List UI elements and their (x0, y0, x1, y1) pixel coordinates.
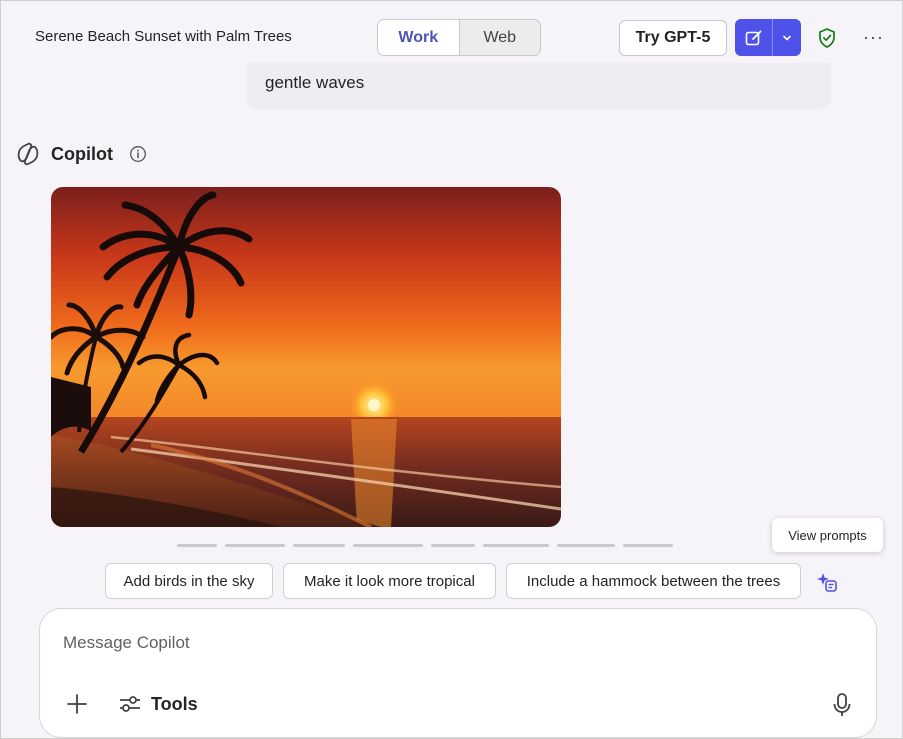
plus-icon (67, 694, 87, 714)
assistant-header: Copilot (15, 141, 147, 167)
data-protection-button[interactable] (816, 27, 838, 54)
tab-web[interactable]: Web (460, 20, 541, 55)
chevron-down-icon (783, 35, 791, 41)
compose-icon (745, 30, 761, 45)
user-message-bubble: gentle waves (247, 63, 831, 109)
suggestion-chip[interactable]: Include a hammock between the trees (506, 563, 801, 599)
sparkle-prompts-icon (817, 573, 837, 592)
sliders-icon (120, 696, 140, 712)
scrolled-text-fade (177, 539, 737, 549)
new-chat-dropdown[interactable] (773, 19, 801, 56)
assistant-name: Copilot (51, 143, 113, 164)
more-options-button[interactable]: ··· (863, 27, 884, 48)
try-gpt5-button[interactable]: Try GPT-5 (619, 20, 727, 56)
tab-work[interactable]: Work (378, 20, 460, 55)
palm-trees-beach-sunset-image (51, 187, 561, 527)
new-chat-button[interactable] (735, 19, 773, 56)
shield-check-icon (819, 28, 835, 48)
message-input[interactable]: Message Copilot (63, 633, 190, 653)
info-icon[interactable] (129, 145, 147, 163)
mode-toggle[interactable]: Work Web (377, 19, 541, 56)
view-prompts-tooltip: View prompts (772, 518, 883, 552)
suggestion-chip[interactable]: Make it look more tropical (283, 563, 496, 599)
voice-input-button[interactable] (832, 692, 852, 723)
copilot-logo-icon (17, 142, 39, 166)
add-button[interactable] (66, 693, 88, 720)
microphone-icon (833, 693, 851, 716)
tools-label: Tools (151, 693, 198, 714)
suggestion-chip[interactable]: Add birds in the sky (105, 563, 273, 599)
generated-image[interactable] (51, 187, 561, 527)
more-horizontal-icon: ··· (863, 27, 884, 47)
user-message-text: gentle waves (265, 73, 365, 92)
view-prompts-button[interactable] (815, 570, 839, 599)
new-chat-split-button[interactable] (735, 19, 801, 56)
conversation-title: Serene Beach Sunset with Palm Trees (35, 28, 292, 45)
tools-button[interactable]: Tools (118, 693, 198, 715)
message-composer[interactable]: Message Copilot Tools (39, 608, 877, 738)
